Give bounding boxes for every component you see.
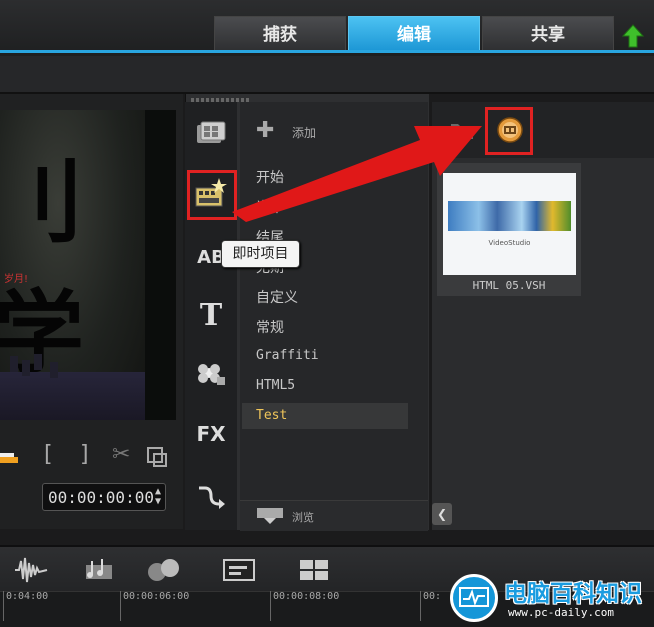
list-item-test[interactable]: Test [256, 408, 287, 423]
ruler-label-2: 00:00:06:00 [123, 591, 190, 602]
multi-track-icon[interactable] [146, 555, 184, 585]
browse-icon [257, 508, 283, 524]
list-item-html5[interactable]: HTML5 [256, 378, 295, 393]
skyline-graphic [0, 356, 145, 420]
text-t-icon[interactable]: T [193, 298, 229, 334]
watermark-logo-icon [450, 574, 498, 622]
template-caption: HTML 05.VSH [472, 279, 546, 292]
browse-button[interactable]: 浏览 [240, 500, 428, 531]
ruler-tick [120, 591, 121, 621]
ruler-label-4: 00: [423, 591, 442, 602]
audio-waveform-icon[interactable] [14, 555, 48, 585]
watermark-url: www.pc-daily.com [508, 606, 614, 619]
cut-icon[interactable]: ✂ [112, 442, 130, 467]
tab-capture[interactable]: 捕获 [214, 16, 346, 52]
tab-share[interactable]: 共享 [482, 16, 614, 52]
grid-icon[interactable] [298, 555, 330, 585]
fx-icon[interactable]: FX [193, 416, 229, 452]
browse-label: 浏览 [292, 511, 314, 524]
calligraphy-graphic: 刂学 [0, 150, 84, 386]
music-score-icon[interactable] [82, 555, 116, 585]
scrubber-handle-icon[interactable] [0, 445, 30, 467]
scroll-left-button[interactable]: ❮ [432, 503, 452, 525]
timecode-spinner-icon[interactable]: ▲ ▼ [155, 487, 161, 507]
list-item-graffiti[interactable]: Graffiti [256, 348, 319, 363]
ruler-tick [420, 591, 421, 621]
top-tab-bar: 捕获 编辑 共享 [0, 0, 654, 56]
preview-window: 刂学 岁月! [0, 110, 176, 420]
tooltip: 即时项目 [221, 240, 300, 268]
upload-arrow-icon[interactable] [622, 24, 644, 48]
sub-toolbar [0, 56, 654, 94]
list-item-general[interactable]: 常规 [256, 317, 284, 337]
graphics-icon[interactable] [193, 355, 229, 391]
watermark-title: 电脑百科知识 [504, 581, 642, 607]
thumbnail-text: VideoStudio [488, 239, 531, 247]
preview-overlay-text: 岁月! [4, 274, 29, 285]
mark-in-icon[interactable]: [ [44, 442, 53, 467]
list-item-custom[interactable]: 自定义 [256, 287, 298, 307]
ruler-tick [3, 591, 4, 621]
timecode-value: 00:00:00:00 [48, 488, 154, 507]
tab-underline [0, 50, 654, 53]
mark-out-icon[interactable]: ] [80, 442, 89, 467]
ruler-tick [270, 591, 271, 621]
preview-frame-image: 刂学 岁月! [0, 110, 145, 420]
ruler-label-3: 00:00:08:00 [273, 591, 340, 602]
path-icon[interactable] [193, 478, 229, 514]
subtitle-icon[interactable] [222, 555, 256, 585]
red-arrow-annotation [232, 126, 482, 222]
tab-edit[interactable]: 编辑 [348, 16, 480, 52]
preview-controls: [ ] ✂ [0, 430, 183, 530]
watermark: 电脑百科知识 www.pc-daily.com [448, 568, 654, 626]
enlarge-icon[interactable] [146, 446, 168, 468]
highlight-box-settings [485, 107, 533, 155]
ruler-label-1: 0:04:00 [6, 591, 49, 602]
timecode-field[interactable]: 00:00:00:00 ▲ ▼ [42, 483, 166, 511]
media-icon[interactable] [193, 116, 229, 152]
